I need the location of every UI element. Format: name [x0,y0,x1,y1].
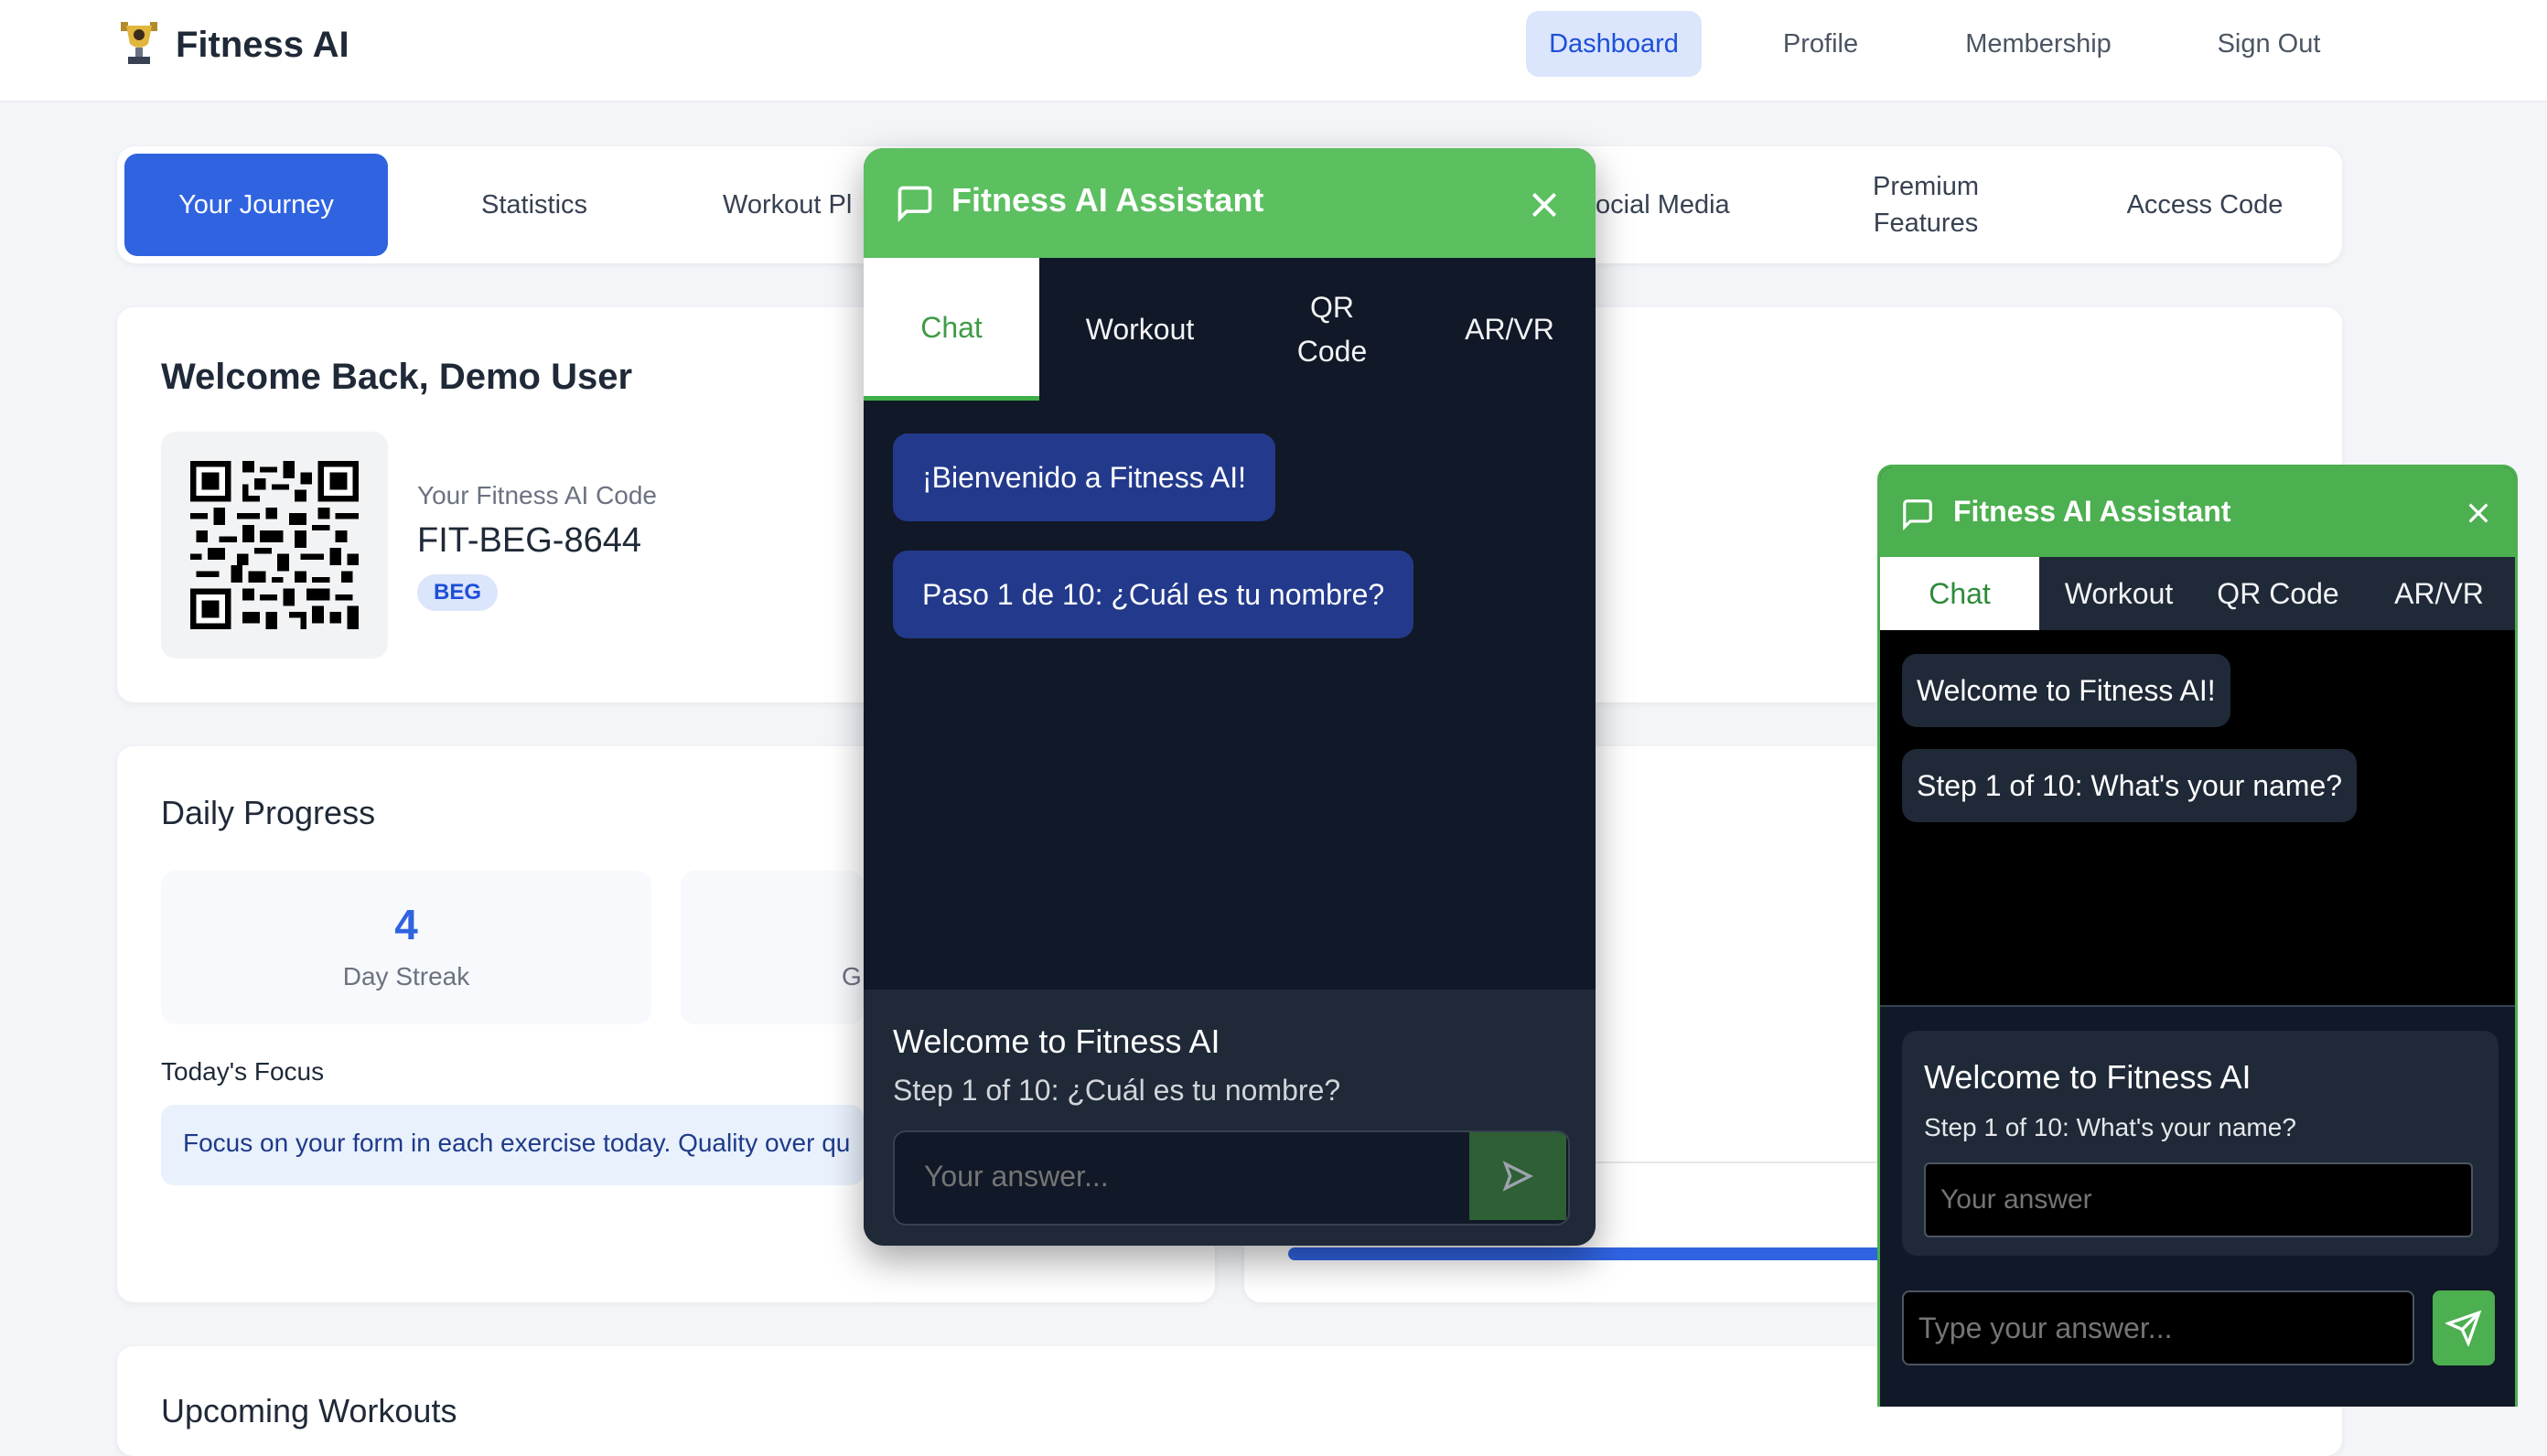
divider [1596,1162,1888,1163]
chat-tab-qr-code[interactable]: QR Code [2198,557,2358,630]
welcome-title: Welcome Back, Demo User [161,357,633,397]
chat-message: Paso 1 de 10: ¿Cuál es tu nombre? [893,551,1414,638]
goal-label: G [842,962,862,990]
todays-focus-label: Today's Focus [161,1057,325,1086]
chat-footer: Welcome to Fitness AI Step 1 of 10: ¿Cuá… [864,990,1596,1246]
chat-footer: Welcome to Fitness AI Step 1 of 10: What… [1880,1005,2515,1407]
chat-widget-large: Fitness AI Assistant Chat Workout QR Cod… [864,148,1596,1246]
chat-tab-workout[interactable]: Workout [2039,557,2198,630]
code-label: Your Fitness AI Code [417,481,658,509]
tab-statistics[interactable]: Statistics [421,154,648,256]
qr-code-box [161,432,388,658]
code-value: FIT-BEG-8644 [417,521,641,560]
chat-tab-ar-vr[interactable]: AR/VR [1424,258,1596,401]
streak-stat: 4 Day Streak [161,871,651,1024]
close-icon[interactable] [2464,498,2493,528]
tab-your-journey[interactable]: Your Journey [124,154,388,256]
chat-bubble-icon [897,186,932,222]
form-answer-input[interactable] [1924,1162,2473,1237]
daily-progress-title: Daily Progress [161,794,376,831]
footer-step: Step 1 of 10: ¿Cuál es tu nombre? [893,1074,1341,1107]
form-step: Step 1 of 10: What's your name? [1924,1113,2296,1141]
nav-membership[interactable]: Membership [1947,11,2130,77]
chat-tabs: Chat Workout QR Code AR/VR [1880,557,2515,630]
chat-input-group [893,1130,1570,1226]
send-icon [2445,1310,2482,1346]
chat-tab-qr-code[interactable]: QR Code [1241,258,1424,401]
goal-stat: G [681,871,864,1024]
chat-tabs: Chat Workout QR Code AR/VR [864,258,1596,401]
trophy-logo-icon [121,22,157,64]
chat-message: Welcome to Fitness AI! [1902,654,2230,727]
tab-premium-features[interactable]: Premium Features [1839,154,2013,256]
nav-sign-out[interactable]: Sign Out [2196,11,2342,77]
send-button[interactable] [1469,1132,1566,1220]
footer-title: Welcome to Fitness AI [893,1022,1220,1060]
chat-tab-chat[interactable]: Chat [864,258,1039,401]
chat-header: Fitness AI Assistant [1880,467,2515,557]
chat-header: Fitness AI Assistant [864,148,1596,258]
qr-code-image [190,461,359,629]
chat-title: Fitness AI Assistant [1953,495,2231,528]
nav-dashboard[interactable]: Dashboard [1526,11,1702,77]
chat-title: Fitness AI Assistant [951,181,1264,219]
level-badge: BEG [417,574,498,611]
app-title: Fitness AI [176,25,349,65]
chat-widget-small: Fitness AI Assistant Chat Workout QR Cod… [1877,465,2518,1407]
chat-tab-chat[interactable]: Chat [1880,557,2039,630]
nav-profile[interactable]: Profile [1757,11,1885,77]
streak-value: 4 [394,901,418,948]
tab-social-media[interactable]: ocial Media [1596,154,1742,256]
chat-bubble-icon [1903,499,1932,531]
chat-message: Step 1 of 10: What's your name? [1902,749,2358,822]
todays-focus-text: Focus on your form in each exercise toda… [183,1129,851,1157]
answer-input[interactable] [895,1132,1469,1220]
streak-label: Day Streak [342,962,470,990]
close-icon[interactable] [1526,187,1563,223]
top-navbar [0,0,2547,102]
tab-access-code[interactable]: Access Code [2104,154,2305,256]
todays-focus-box: Focus on your form in each exercise toda… [161,1105,864,1185]
chat-message: ¡Bienvenido a Fitness AI! [893,434,1275,521]
onboarding-form: Welcome to Fitness AI Step 1 of 10: What… [1902,1031,2499,1256]
form-title: Welcome to Fitness AI [1924,1058,2251,1096]
chat-tab-ar-vr[interactable]: AR/VR [2358,557,2515,630]
send-icon [1502,1161,1534,1192]
upcoming-title: Upcoming Workouts [161,1392,457,1429]
tab-workout-plan[interactable]: Workout Pl [723,154,878,256]
send-button[interactable] [2433,1290,2495,1365]
chat-answer-input[interactable] [1902,1290,2414,1365]
chat-tab-workout[interactable]: Workout [1039,258,1241,401]
